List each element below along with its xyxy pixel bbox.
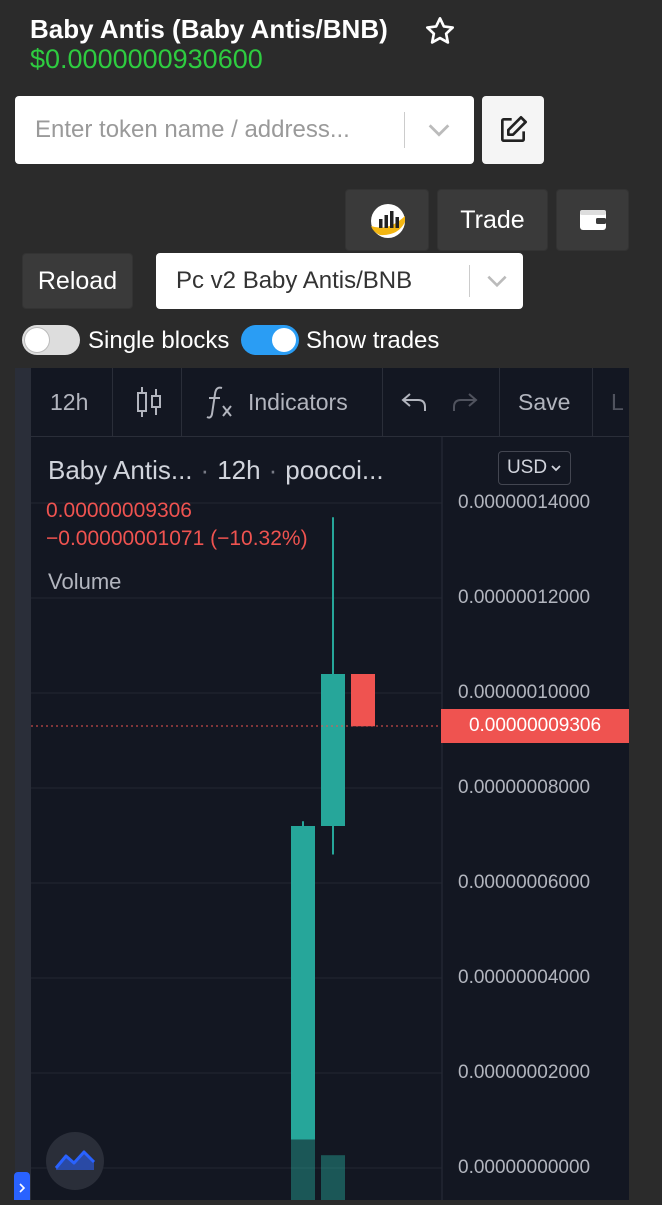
- redo-icon: [453, 393, 478, 411]
- chart-logo-icon: [371, 204, 405, 238]
- y-tick-label: 0.00000008000: [458, 777, 591, 798]
- legend-symbol[interactable]: Baby Antis...: [48, 455, 193, 485]
- y-tick-label: 0.00000014000: [458, 492, 591, 513]
- last-price-tag: 0.00000009306: [441, 708, 629, 743]
- toolbar-divider: [499, 368, 500, 436]
- layout-button-cut[interactable]: L: [611, 368, 624, 436]
- chevron-down-icon: [551, 465, 561, 472]
- function-icon: [206, 386, 232, 419]
- pair-select[interactable]: Pc v2 Baby Antis/BNB: [156, 253, 523, 309]
- edit-icon: [501, 116, 527, 142]
- legend-last-price: 0.00000009306: [46, 499, 192, 522]
- pair-select-value: Pc v2 Baby Antis/BNB: [176, 267, 413, 294]
- show-trades-label: Show trades: [306, 327, 440, 354]
- star-icon[interactable]: [424, 15, 456, 47]
- price-chart[interactable]: [31, 437, 629, 1200]
- legend-change: −0.00000001071 (−10.32%): [46, 527, 308, 550]
- legend-source: poocoi...: [285, 455, 384, 485]
- trade-button[interactable]: Trade: [437, 189, 548, 251]
- toggle-knob: [272, 328, 296, 352]
- single-blocks-toggle[interactable]: [22, 325, 80, 355]
- tradingview-logo-icon: [54, 1150, 96, 1170]
- chart-view-button[interactable]: [345, 189, 429, 251]
- chevron-down-icon[interactable]: [425, 116, 453, 144]
- token-title: Baby Antis (Baby Antis/BNB): [30, 14, 388, 44]
- toolbar-divider: [112, 368, 113, 436]
- single-blocks-label: Single blocks: [88, 327, 230, 354]
- pair-select-divider: [469, 265, 470, 297]
- chevron-down-icon[interactable]: [484, 268, 510, 294]
- save-button[interactable]: Save: [518, 368, 570, 436]
- toolbar-divider: [592, 368, 593, 436]
- interval-button[interactable]: 12h: [50, 368, 88, 436]
- y-tick-label: 0.00000002000: [458, 1062, 591, 1083]
- candle-body[interactable]: [351, 674, 375, 727]
- wallet-button[interactable]: [556, 189, 629, 251]
- token-search-input[interactable]: [15, 96, 405, 164]
- chart-type-button[interactable]: [135, 368, 163, 436]
- volume-bar: [321, 1155, 345, 1200]
- y-tick-label: 0.00000004000: [458, 967, 591, 988]
- legend-separator: ·: [200, 455, 210, 485]
- drawing-toolbar-strip: [15, 368, 31, 1200]
- candle-body[interactable]: [321, 674, 345, 826]
- show-trades-toggle[interactable]: [241, 325, 299, 355]
- redo-button[interactable]: [451, 368, 479, 436]
- indicators-button[interactable]: Indicators: [204, 368, 348, 436]
- tradingview-logo[interactable]: [46, 1132, 104, 1190]
- candles-icon: [137, 387, 161, 417]
- y-tick-label: 0.00000000000: [458, 1157, 591, 1178]
- edit-button[interactable]: [482, 96, 544, 164]
- toolbar-divider: [181, 368, 182, 436]
- panel-expand-tab[interactable]: [14, 1172, 30, 1200]
- chart-legend: Baby Antis... · 12h · poocoi...: [48, 455, 384, 486]
- y-tick-label: 0.00000006000: [458, 872, 591, 893]
- wallet-icon: [580, 210, 606, 230]
- legend-separator: ·: [268, 455, 278, 485]
- reload-button[interactable]: Reload: [22, 253, 133, 309]
- volume-label: Volume: [48, 569, 122, 594]
- y-tick-label: 0.00000012000: [458, 587, 591, 608]
- search-divider: [404, 112, 405, 148]
- token-search-box[interactable]: [15, 96, 474, 164]
- token-price: $0.0000000930600: [30, 44, 263, 74]
- toolbar-divider: [382, 368, 383, 436]
- chart-toolbar: 12h Indicators Save L: [31, 368, 629, 437]
- undo-button[interactable]: [400, 368, 428, 436]
- legend-interval: 12h: [217, 455, 261, 485]
- y-tick-label: 0.00000010000: [458, 682, 591, 703]
- currency-label: USD: [506, 457, 548, 478]
- candle-body[interactable]: [291, 826, 315, 1140]
- indicators-label: Indicators: [248, 388, 348, 415]
- undo-icon: [401, 393, 426, 411]
- chevron-right-icon: [19, 1183, 26, 1193]
- currency-select[interactable]: USD: [498, 451, 571, 485]
- toggle-knob: [25, 328, 49, 352]
